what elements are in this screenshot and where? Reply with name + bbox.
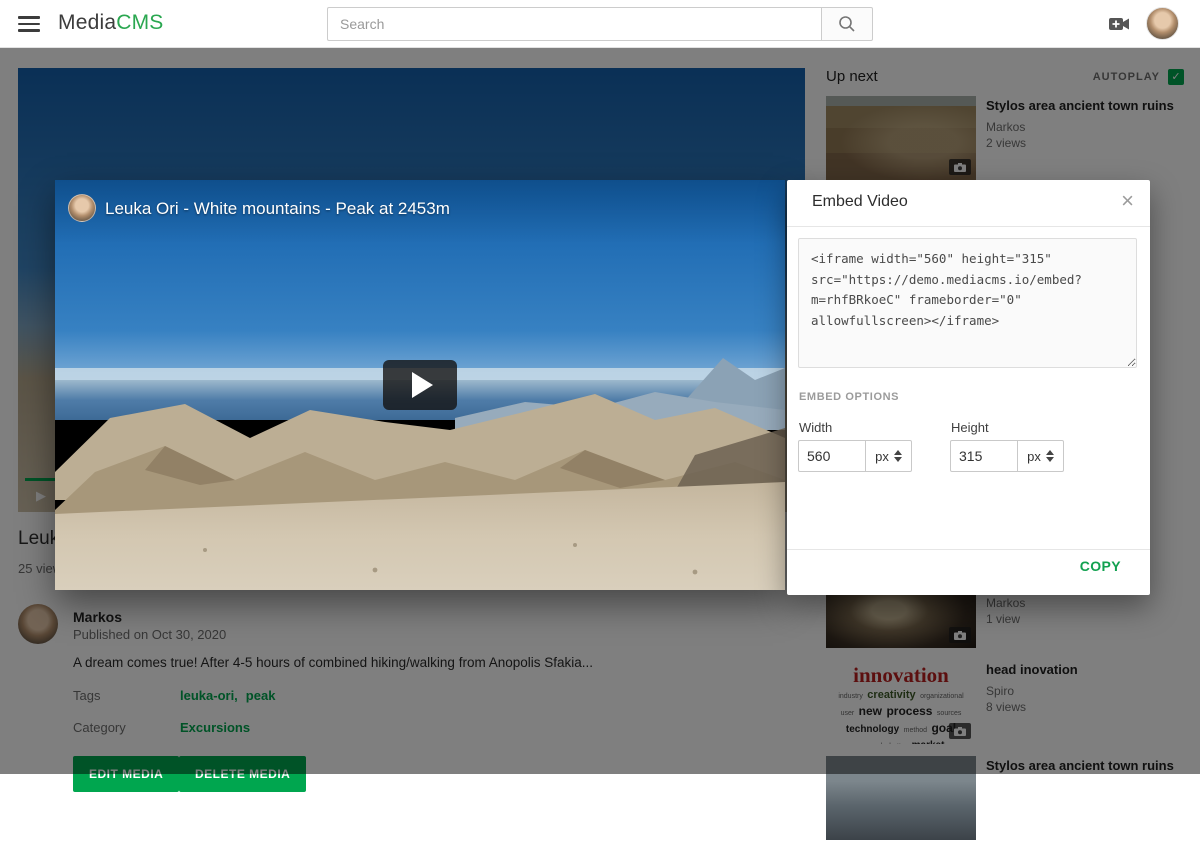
search-input[interactable] (327, 7, 821, 41)
logo[interactable]: MediaCMS (58, 11, 163, 35)
preview-author-avatar[interactable] (68, 194, 96, 222)
search-icon (838, 15, 856, 33)
upload-media-button[interactable] (1106, 13, 1134, 35)
width-input[interactable] (799, 441, 865, 471)
height-input-group: px (950, 440, 1064, 472)
height-label: Height (951, 420, 989, 435)
preview-title-bar: Leuka Ori - White mountains - Peak at 24… (55, 180, 785, 244)
top-navbar: MediaCMS (0, 0, 1200, 48)
logo-cms: CMS (116, 11, 163, 34)
width-unit-select[interactable]: px (865, 441, 911, 471)
user-avatar[interactable] (1146, 7, 1179, 40)
play-icon (412, 372, 433, 398)
play-button[interactable] (383, 360, 457, 410)
embed-options-label: EMBED OPTIONS (799, 391, 899, 403)
height-input[interactable] (951, 441, 1017, 471)
search-form (327, 7, 873, 41)
width-input-group: px (798, 440, 912, 472)
spinner-icon (894, 450, 902, 462)
height-unit-select[interactable]: px (1017, 441, 1063, 471)
menu-icon[interactable] (18, 16, 40, 32)
embed-code-textarea[interactable]: <iframe width="560" height="315" src="ht… (798, 238, 1137, 368)
spinner-icon (1046, 450, 1054, 462)
width-label: Width (799, 420, 832, 435)
embed-preview-player[interactable]: Leuka Ori - White mountains - Peak at 24… (55, 180, 785, 590)
copy-button[interactable]: COPY (1080, 558, 1121, 574)
video-camera-plus-icon (1106, 13, 1134, 35)
search-button[interactable] (821, 7, 873, 41)
logo-media: Media (58, 11, 116, 34)
modal-title: Embed Video (812, 193, 908, 211)
embed-video-modal: Embed Video × <iframe width="560" height… (787, 180, 1150, 595)
close-icon[interactable]: × (1121, 190, 1134, 212)
preview-video-title: Leuka Ori - White mountains - Peak at 24… (105, 199, 450, 219)
